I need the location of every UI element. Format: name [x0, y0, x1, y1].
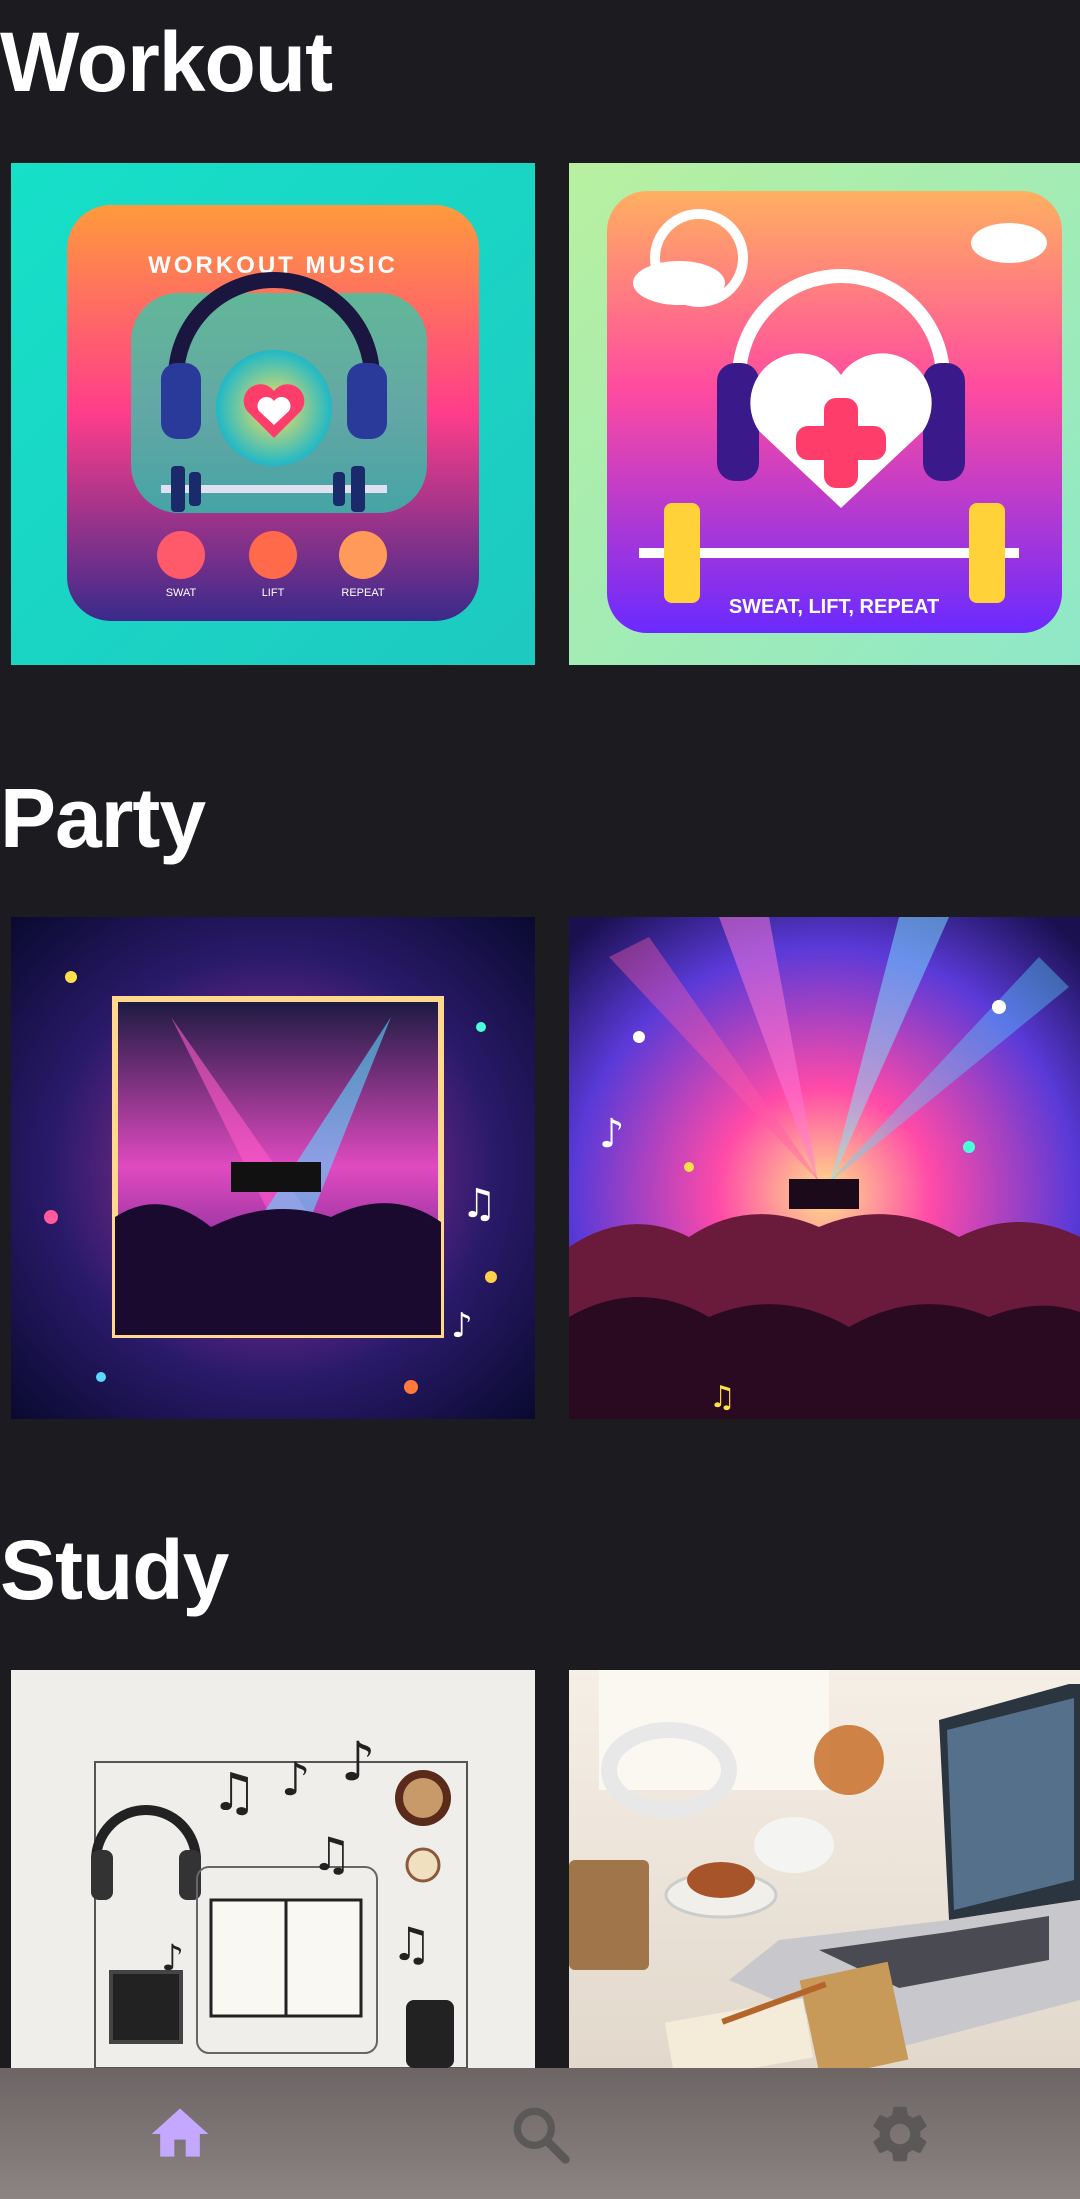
study-laptop-tea-cover	[569, 1670, 1080, 2068]
playlist-card-study-laptop[interactable]	[569, 1670, 1080, 2068]
party-crowd-cover: ♪ ♫	[569, 917, 1080, 1419]
svg-text:♫: ♫	[391, 1917, 432, 1971]
playlist-card-study-desk[interactable]: ♫ ♪ ♪ ♫ ♫ ♪	[11, 1670, 535, 2068]
svg-text:♪: ♪	[161, 1938, 184, 1979]
svg-text:♫: ♫	[211, 1763, 258, 1823]
sweat-lift-repeat-cover: SWEAT, LIFT, REPEAT	[569, 163, 1080, 665]
svg-text:♪: ♪	[281, 1752, 310, 1806]
workout-music-cover: WORKOUT MUSIC SWAT LIFT REPEAT	[11, 163, 535, 665]
svg-text:♪: ♪	[599, 1111, 625, 1157]
party-stage-frame-cover: ♫ ♪	[11, 917, 535, 1419]
playlist-card-party-crowd[interactable]: ♪ ♫	[569, 917, 1080, 1419]
nav-home[interactable]	[110, 2068, 250, 2199]
search-icon	[513, 2107, 570, 2164]
svg-text:♫: ♫	[311, 1827, 352, 1881]
playlist-card-party-stage[interactable]: ♫ ♪	[11, 917, 535, 1419]
svg-text:♪: ♪	[341, 1730, 375, 1793]
svg-text:LIFT: LIFT	[262, 587, 285, 599]
playlist-card-sweat-lift-repeat[interactable]: SWEAT, LIFT, REPEAT	[569, 163, 1080, 665]
gear-icon	[873, 2106, 927, 2161]
study-desk-music-cover: ♫ ♪ ♪ ♫ ♫ ♪	[11, 1670, 535, 2068]
svg-text:♫: ♫	[461, 1181, 497, 1227]
section-title-workout: Workout	[0, 15, 333, 109]
music-home-screen: Workout WORKOUT MUSIC SWAT LIFT REPEAT S…	[0, 0, 1080, 2199]
svg-text:♪: ♪	[451, 1306, 473, 1346]
section-title-study: Study	[0, 1523, 229, 1617]
nav-settings[interactable]	[830, 2068, 970, 2199]
svg-text:♫: ♫	[709, 1380, 736, 1415]
section-title-party: Party	[0, 771, 206, 865]
playlist-card-workout-music[interactable]: WORKOUT MUSIC SWAT LIFT REPEAT	[11, 163, 535, 665]
bottom-navigation-bar	[0, 2068, 1080, 2199]
svg-text:SWAT: SWAT	[166, 587, 197, 599]
svg-text:SWEAT, LIFT, REPEAT: SWEAT, LIFT, REPEAT	[729, 596, 939, 618]
home-icon	[151, 2108, 209, 2157]
svg-text:REPEAT: REPEAT	[341, 587, 384, 599]
nav-search[interactable]	[470, 2068, 610, 2199]
